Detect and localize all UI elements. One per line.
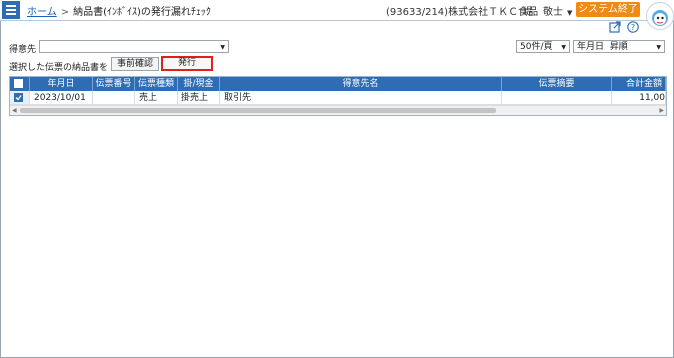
table-row[interactable]: 2023/10/01 売上 掛売上 取引先 11,00 bbox=[10, 91, 666, 105]
column-header-payment[interactable]: 掛/現金 bbox=[178, 77, 220, 91]
scroll-right-icon[interactable]: ▶ bbox=[659, 106, 664, 115]
scrollbar-thumb[interactable] bbox=[20, 108, 496, 113]
slip-table: 年月日 伝票番号 伝票種類 掛/現金 得意先名 伝票摘要 合計金額 2023/1… bbox=[9, 76, 667, 116]
menu-icon[interactable] bbox=[2, 1, 20, 19]
user-name: 堤 敬士 bbox=[523, 7, 563, 18]
sort-select[interactable]: 年月日 昇順 ▼ bbox=[573, 40, 665, 53]
column-header-date[interactable]: 年月日 bbox=[30, 77, 93, 91]
column-header-memo[interactable]: 伝票摘要 bbox=[502, 77, 612, 91]
top-bar: ホーム > 納品書(ｲﾝﾎﾞｲｽ)の発行漏れﾁｪｯｸ (93633/214)株式会社… bbox=[0, 0, 674, 30]
breadcrumb-separator: > bbox=[60, 7, 70, 18]
chevron-down-icon: ▼ bbox=[220, 44, 225, 51]
system-exit-button[interactable]: システム終了 bbox=[576, 2, 640, 17]
select-all-cell[interactable] bbox=[10, 77, 30, 91]
table-header: 年月日 伝票番号 伝票種類 掛/現金 得意先名 伝票摘要 合計金額 bbox=[10, 77, 666, 91]
selected-slips-label: 選択した伝票の納品書を bbox=[9, 63, 109, 73]
external-link-icon[interactable] bbox=[609, 21, 621, 33]
cell-slip-type: 売上 bbox=[135, 91, 178, 105]
customer-label: 得意先 bbox=[9, 45, 37, 55]
cell-total: 11,00 bbox=[612, 91, 666, 105]
cell-payment: 掛売上 bbox=[178, 91, 220, 105]
chevron-down-icon: ▼ bbox=[567, 9, 573, 17]
customer-select[interactable]: ▼ bbox=[39, 40, 229, 53]
window-frame bbox=[0, 0, 674, 358]
cell-slip-no bbox=[93, 91, 135, 105]
horizontal-scrollbar[interactable]: ◀ ▶ bbox=[10, 105, 666, 115]
row-select-cell[interactable] bbox=[10, 91, 30, 105]
sort-order-value: 昇順 bbox=[609, 42, 628, 52]
sort-key-value: 年月日 bbox=[577, 42, 605, 52]
cell-date: 2023/10/01 bbox=[30, 91, 93, 105]
svg-text:?: ? bbox=[631, 23, 635, 32]
per-page-value: 50件/頁 bbox=[520, 42, 553, 52]
column-header-slip-type[interactable]: 伝票種類 bbox=[135, 77, 178, 91]
breadcrumb-home-link[interactable]: ホーム bbox=[27, 7, 57, 18]
select-all-checkbox[interactable] bbox=[14, 79, 23, 88]
cell-customer: 取引先 bbox=[220, 91, 502, 105]
issue-button[interactable]: 発行 bbox=[161, 56, 213, 71]
breadcrumb: ホーム > 納品書(ｲﾝﾎﾞｲｽ)の発行漏れﾁｪｯｸ bbox=[27, 3, 211, 18]
page-title: 納品書(ｲﾝﾎﾞｲｽ)の発行漏れﾁｪｯｸ bbox=[73, 7, 211, 18]
cell-memo bbox=[502, 91, 612, 105]
help-icon[interactable]: ? bbox=[627, 21, 639, 33]
column-header-slip-no[interactable]: 伝票番号 bbox=[93, 77, 135, 91]
per-page-select[interactable]: 50件/頁 ▼ bbox=[516, 40, 570, 53]
mascot-avatar-icon[interactable] bbox=[646, 2, 674, 30]
preview-button[interactable]: 事前確認 bbox=[111, 57, 159, 71]
column-header-total[interactable]: 合計金額 bbox=[612, 77, 666, 91]
column-header-customer[interactable]: 得意先名 bbox=[220, 77, 502, 91]
chevron-down-icon: ▼ bbox=[561, 44, 566, 51]
company-name: (93633/214)株式会社ＴＫＣ食品 bbox=[386, 7, 539, 18]
row-checkbox[interactable] bbox=[14, 93, 23, 102]
chevron-down-icon: ▼ bbox=[656, 44, 661, 51]
scroll-left-icon[interactable]: ◀ bbox=[12, 106, 17, 115]
user-menu[interactable]: 堤 敬士 ▼ bbox=[523, 3, 572, 18]
